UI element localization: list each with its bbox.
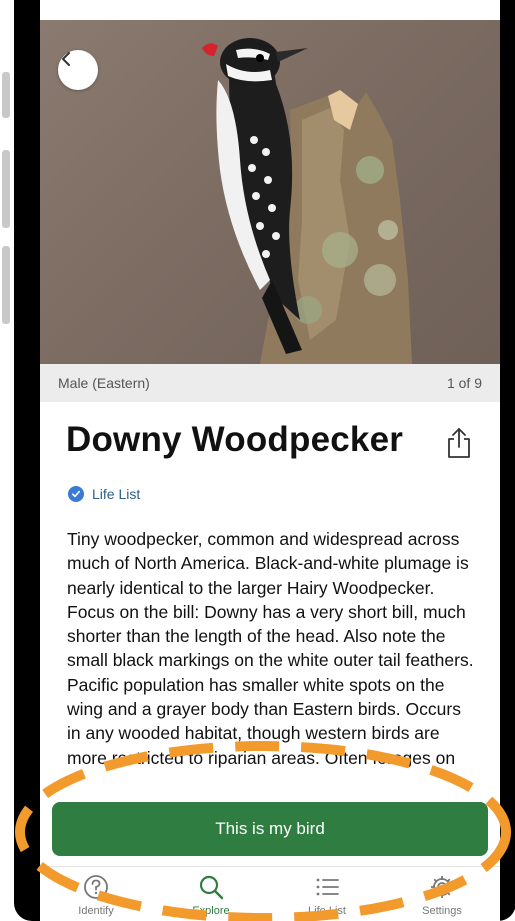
- phone-volume-up-button: [2, 150, 10, 228]
- share-button[interactable]: [444, 426, 474, 460]
- photo-caption: Male (Eastern): [58, 375, 150, 391]
- species-detail-screen: Male (Eastern) 1 of 9 Downy Woodpecker L…: [40, 0, 500, 921]
- phone-side-button: [2, 72, 10, 118]
- share-icon: [448, 428, 470, 458]
- tab-label: Life List: [308, 905, 346, 917]
- tab-settings[interactable]: Settings: [396, 873, 488, 921]
- woodpecker-illustration: [202, 38, 412, 364]
- life-list-label: Life List: [92, 486, 141, 502]
- chevron-left-icon: [62, 52, 70, 66]
- gear-icon: [431, 876, 453, 898]
- tab-identify[interactable]: Identify: [50, 873, 142, 921]
- phone-volume-down-button: [2, 246, 10, 324]
- photo-counter: 1 of 9: [446, 375, 482, 391]
- this-is-my-bird-button[interactable]: This is my bird: [52, 802, 488, 856]
- photo-caption-bar: Male (Eastern) 1 of 9: [40, 364, 500, 402]
- list-icon: [316, 878, 339, 896]
- tab-label: Explore: [192, 905, 230, 917]
- back-button[interactable]: [58, 50, 98, 90]
- bottom-tab-bar: Identify Explore Life List Settings: [40, 866, 500, 921]
- question-circle-icon: [84, 875, 108, 899]
- search-icon: [199, 875, 224, 900]
- species-description: Tiny woodpecker, common and widespread a…: [67, 529, 474, 768]
- status-strip: [40, 0, 500, 20]
- tab-explore[interactable]: Explore: [165, 873, 257, 921]
- species-title: Downy Woodpecker: [66, 420, 404, 459]
- tab-label: Settings: [422, 905, 462, 917]
- life-list-status[interactable]: Life List: [68, 486, 140, 502]
- tab-life-list[interactable]: Life List: [281, 873, 373, 921]
- tab-label: Identify: [78, 905, 114, 917]
- checkmark-circle-icon: [68, 486, 84, 502]
- species-photo[interactable]: [40, 20, 500, 364]
- phone-screenshot: Male (Eastern) 1 of 9 Downy Woodpecker L…: [0, 0, 515, 921]
